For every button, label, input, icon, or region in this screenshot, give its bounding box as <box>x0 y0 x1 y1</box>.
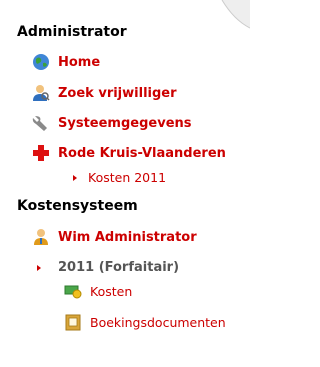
tree-label-2011-forfaitair: 2011 (Forfaitair) <box>58 260 180 275</box>
user-search-icon <box>32 84 50 102</box>
money-icon <box>64 282 82 300</box>
nav-item-zoek-vrijwilliger[interactable]: Zoek vrijwilliger <box>32 84 177 102</box>
nav-item-kosten[interactable]: Kosten <box>64 282 132 300</box>
subnav-label-kosten-2011: Kosten 2011 <box>88 170 167 185</box>
page-corner-icon <box>221 0 250 29</box>
user-icon <box>32 228 50 246</box>
nav-item-rode-kruis[interactable]: Rode Kruis-Vlaanderen <box>32 144 226 162</box>
nav-label-wim-administrator: Wim Administrator <box>58 229 197 245</box>
wrench-icon <box>32 114 50 132</box>
nav-label-zoek-vrijwilliger: Zoek vrijwilliger <box>58 85 177 101</box>
red-cross-icon <box>32 144 50 162</box>
nav-item-wim-administrator[interactable]: Wim Administrator <box>32 228 197 246</box>
nav-label-rode-kruis: Rode Kruis-Vlaanderen <box>58 145 226 161</box>
nav-label-systeemgegevens: Systeemgegevens <box>58 115 192 131</box>
nav-label-boekingsdocumenten: Boekingsdocumenten <box>90 314 226 330</box>
nav-item-systeemgegevens[interactable]: Systeemgegevens <box>32 114 192 132</box>
bullet-arrow-icon <box>73 174 77 181</box>
subnav-item-kosten-2011[interactable]: Kosten 2011 <box>73 170 166 185</box>
section-title-administrator: Administrator <box>17 24 127 40</box>
section-title-kostensysteem: Kostensysteem <box>17 198 138 214</box>
nav-item-boekingsdocumenten[interactable]: Boekingsdocumenten <box>64 313 226 331</box>
nav-item-home[interactable]: Home <box>32 53 100 71</box>
nav-label-kosten: Kosten <box>90 283 133 299</box>
bullet-arrow-icon <box>37 264 41 271</box>
globe-icon <box>32 53 50 71</box>
tree-item-2011-forfaitair[interactable]: 2011 (Forfaitair) <box>37 260 179 275</box>
document-folder-icon <box>64 313 82 331</box>
nav-label-home: Home <box>58 54 101 70</box>
